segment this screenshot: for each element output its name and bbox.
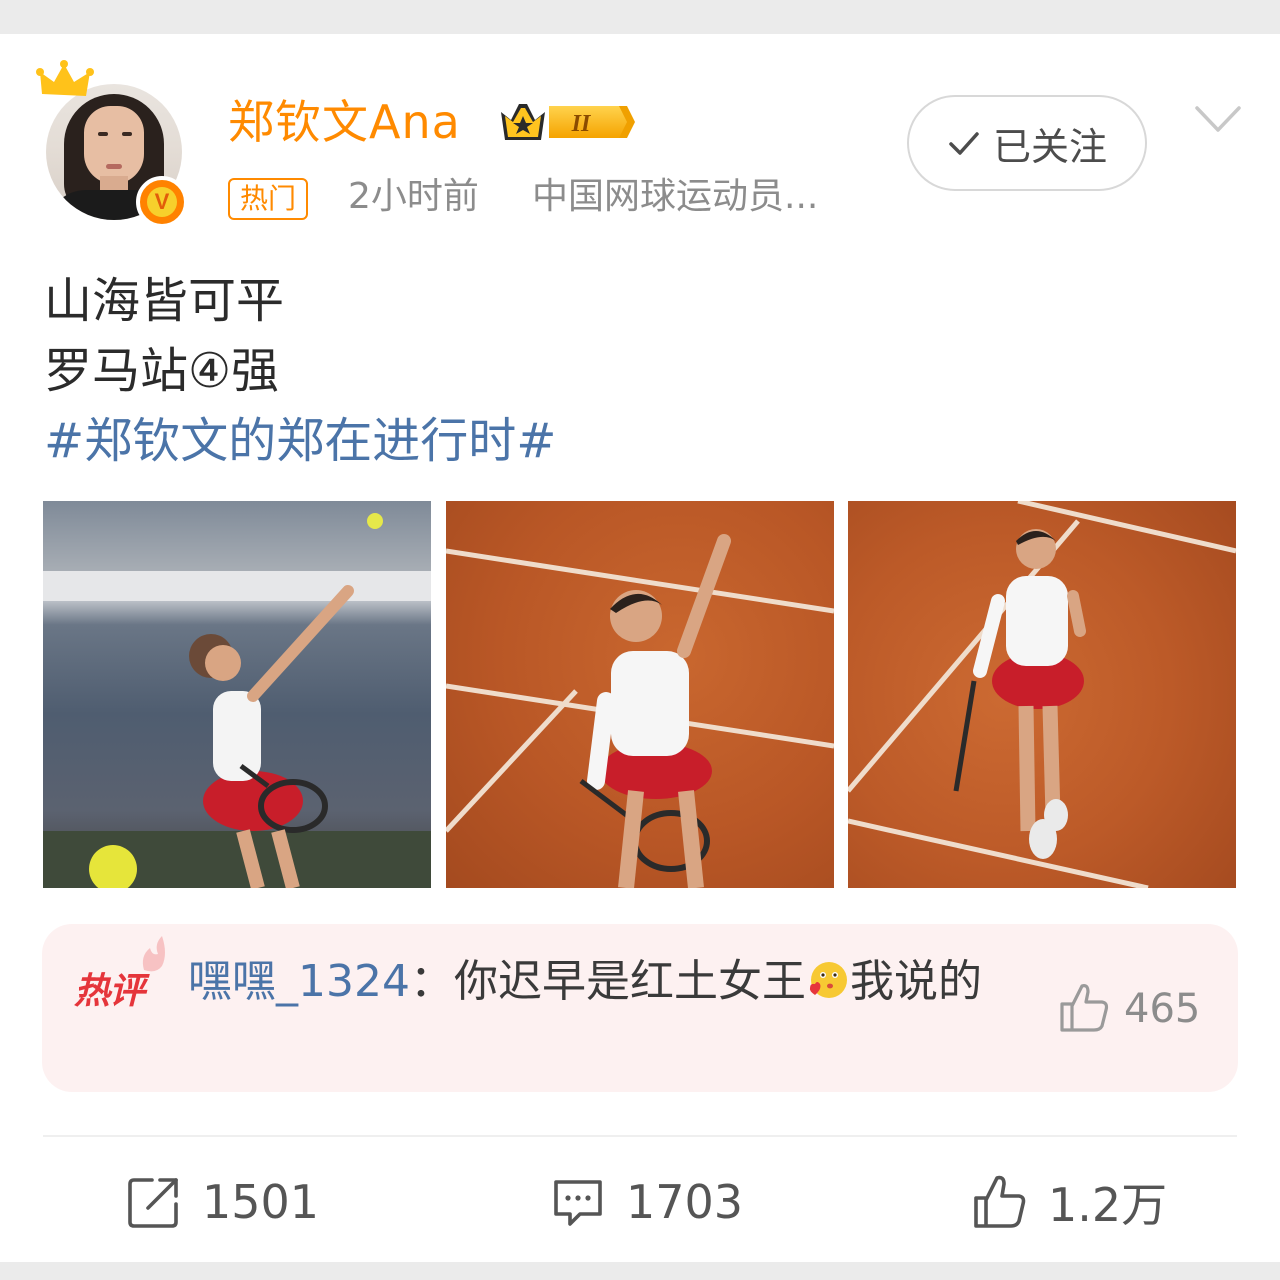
comment-username[interactable]: 嘿嘿_1324	[188, 956, 410, 1007]
verified-mark: V	[147, 187, 177, 217]
photo-serve-illustration	[43, 513, 431, 888]
check-icon	[949, 132, 979, 155]
hot-comment-text: 嘿嘿_1324：你迟早是红土女王 我说的	[188, 952, 1018, 1012]
thumbs-up-icon	[974, 1175, 1026, 1228]
username[interactable]: 郑钦文Ana	[228, 92, 461, 152]
follow-label: 已关注	[992, 124, 1107, 169]
like-button[interactable]: 1.2万	[972, 1172, 1167, 1232]
hot-comment-box[interactable]: 热评 嘿嘿_1324：你迟早是红土女王 我说的 465	[42, 924, 1238, 1092]
verified-badge-icon: V	[136, 176, 188, 228]
post-photo-2[interactable]	[446, 501, 834, 888]
post-photo-3[interactable]	[848, 501, 1236, 888]
comment-body-end: 我说的	[849, 956, 982, 1007]
comment-body: 你迟早是红土女王	[453, 956, 806, 1007]
photo-wave-illustration	[446, 534, 834, 888]
follow-button[interactable]: 已关注	[907, 95, 1147, 191]
hot-comment-like-count: 465	[1124, 986, 1201, 1032]
rank-mark: II	[571, 111, 592, 137]
share-button[interactable]: 1501	[126, 1172, 319, 1232]
hashtag-link[interactable]: #郑钦文的郑在进行时#	[44, 406, 556, 476]
user-description: 中国网球运动员...	[532, 176, 819, 217]
comment-count: 1703	[626, 1175, 744, 1229]
member-rank-badge-icon: II	[501, 104, 635, 140]
chevron-down-icon[interactable]	[1193, 100, 1243, 140]
kiss-heart-emoji-icon	[809, 962, 847, 998]
post-photo-1[interactable]	[43, 501, 431, 888]
post-line: 罗马站④强	[44, 343, 280, 399]
comment-button[interactable]: 1703	[550, 1172, 743, 1232]
flame-icon	[142, 936, 165, 972]
post-body: 山海皆可平 罗马站④强 #郑钦文的郑在进行时#	[44, 266, 556, 476]
comment-separator: ：	[409, 956, 454, 1007]
hot-tag: 热门	[228, 178, 309, 220]
like-count: 1.2万	[1048, 1178, 1168, 1232]
divider	[43, 1135, 1237, 1137]
share-icon	[128, 1178, 178, 1228]
post-line: 山海皆可平	[44, 273, 285, 329]
hot-comment-label: 热评	[74, 971, 145, 1012]
share-count: 1501	[202, 1175, 320, 1229]
thumbs-up-icon[interactable]	[1056, 980, 1112, 1036]
comment-icon	[554, 1180, 602, 1226]
photo-walk-illustration	[848, 501, 1236, 888]
post-time: 2小时前	[348, 176, 479, 217]
crown-icon	[36, 60, 94, 96]
